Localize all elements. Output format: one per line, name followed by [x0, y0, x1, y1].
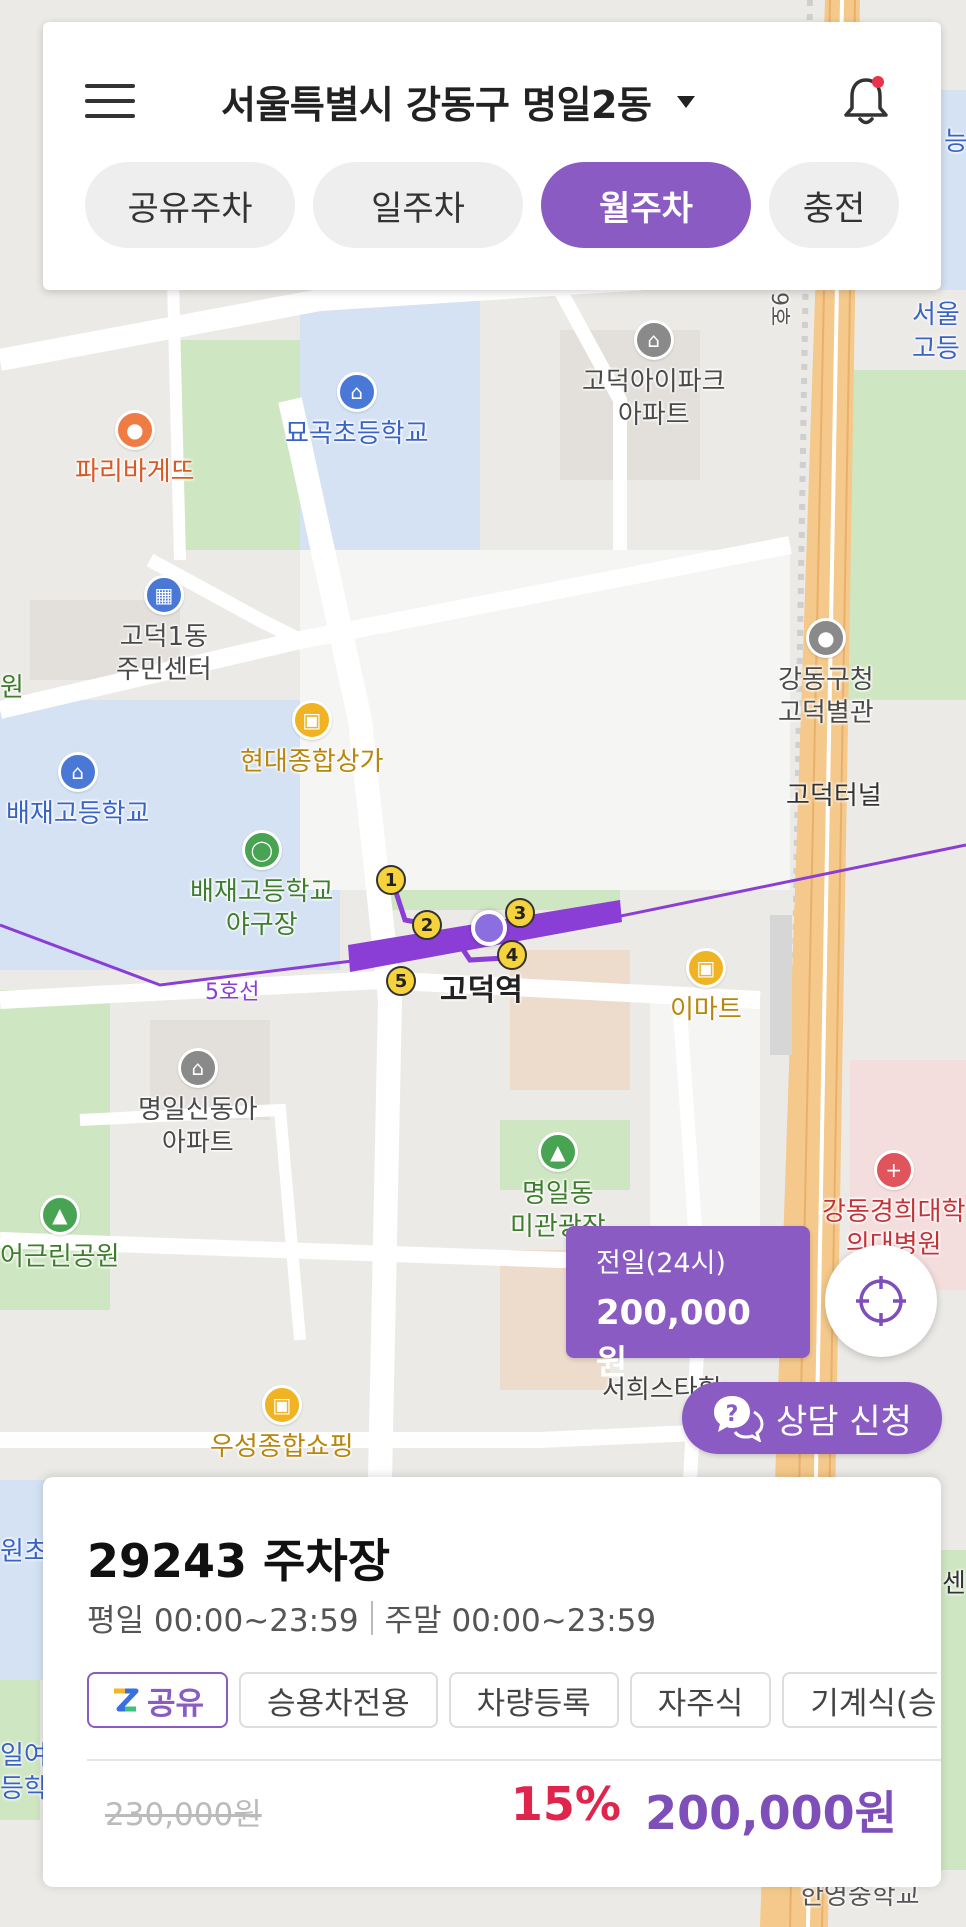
poi-label: 어근린공원 — [0, 1242, 120, 1272]
station-label: 고덕역 — [440, 973, 523, 1008]
stadium-icon: ◯ — [241, 830, 282, 870]
filter-tabs: 공유주차 일주차 월주차 충전 — [85, 162, 915, 248]
station-exit: 5 — [386, 966, 416, 996]
feature-tags: 공유 승용차전용 차량등록 자주식 기계식(승 — [87, 1672, 943, 1730]
poi-label: 배재고등학교 야구장 — [190, 877, 334, 940]
station-exit: 3 — [505, 898, 535, 928]
tab-charging[interactable]: 충전 — [769, 162, 899, 248]
shopping-icon: ▣ — [261, 1385, 302, 1425]
office-icon: ● — [805, 618, 846, 658]
poi-label: 현대종합상가 — [240, 747, 384, 777]
park-icon: ▲ — [39, 1195, 80, 1235]
poi-label: 파리바게뜨 — [75, 457, 195, 487]
edge-label: 원 — [0, 673, 24, 703]
school-icon: ⌂ — [57, 752, 98, 792]
shopping-icon: ▣ — [685, 948, 726, 988]
consult-button-label: 상담 신청 — [776, 1401, 912, 1442]
tag-label: 공유 — [147, 1685, 205, 1722]
parking-lot-card[interactable]: 29243 주차장 평일 00:00~23:59 주말 00:00~23:59 … — [43, 1477, 941, 1887]
notification-bell-icon[interactable] — [841, 74, 891, 128]
poi-bakery[interactable]: ● 파리바게뜨 — [75, 410, 195, 489]
price-marker-price: 200,000원 — [596, 1293, 751, 1383]
divider — [87, 1759, 941, 1761]
edge-label: 서울 고등 — [912, 300, 960, 364]
hamburger-menu-icon[interactable] — [85, 82, 135, 120]
poi-label: 배재고등학교 — [6, 799, 150, 829]
bakery-icon: ● — [114, 410, 155, 450]
shopping-icon: ▣ — [291, 700, 332, 740]
station-exit: 4 — [497, 940, 527, 970]
tab-monthly-parking[interactable]: 월주차 — [541, 162, 751, 248]
poi-park[interactable]: ▲ 어근린공원 — [0, 1195, 120, 1274]
tag-vehicle-registration: 차량등록 — [448, 1672, 619, 1728]
station-exit: 2 — [412, 910, 442, 940]
poi-label: 고덕1동 주민센터 — [116, 622, 212, 685]
tag-passenger-car: 승용차전용 — [239, 1672, 438, 1728]
consult-request-button[interactable]: ? 상담 신청 — [682, 1382, 942, 1454]
top-bar: 서울특별시 강동구 명일2동 공유주차 일주차 월주차 충전 — [43, 22, 941, 290]
tab-daily-parking[interactable]: 일주차 — [313, 162, 523, 248]
parking-lot-title: 29243 주차장 — [87, 1534, 391, 1588]
tag-self-parking: 자주식 — [629, 1672, 772, 1728]
price-marker[interactable]: 전일(24시) 200,000원 — [566, 1226, 810, 1383]
discount-rate: 15% — [510, 1777, 621, 1831]
edge-label: 능 — [944, 127, 966, 157]
svg-text:?: ? — [726, 1402, 739, 1427]
poi-label: 묘곡초등학교 — [285, 419, 429, 449]
poi-school[interactable]: ⌂ 배재고등학교 — [6, 752, 150, 831]
poi-shopping[interactable]: ▣ 현대종합상가 — [240, 700, 384, 779]
edge-label: 일여 등학 — [0, 1741, 48, 1804]
road-number-label: 9호 — [766, 292, 791, 327]
tag-shared: 공유 — [87, 1672, 229, 1728]
poi-stadium[interactable]: ◯ 배재고등학교 야구장 — [190, 830, 334, 942]
price-marker-type: 전일(24시) — [596, 1248, 726, 1279]
z-logo-icon — [114, 1688, 139, 1712]
location-selector[interactable]: 서울특별시 강동구 명일2동 — [221, 74, 696, 129]
school-icon: ⌂ — [336, 372, 377, 412]
edge-label: 센 — [942, 1569, 966, 1599]
apartment-icon: ⌂ — [177, 1048, 218, 1088]
poi-school[interactable]: ⌂ 묘곡초등학교 — [285, 372, 429, 451]
hospital-icon: + — [873, 1150, 914, 1190]
poi-apartment[interactable]: ⌂ 명일신동아 아파트 — [138, 1048, 258, 1160]
poi-hospital[interactable]: + 강동경희대학 의대병원 — [822, 1150, 966, 1262]
government-icon: ▦ — [143, 575, 184, 615]
original-price: 230,000원 — [105, 1797, 262, 1833]
operating-hours: 평일 00:00~23:59 주말 00:00~23:59 — [87, 1595, 656, 1640]
edge-label: 원초 — [0, 1537, 48, 1567]
divider — [370, 1600, 373, 1635]
poi-apartment[interactable]: ⌂ 고덕아이파크 아파트 — [582, 320, 726, 432]
poi-community-center[interactable]: ▦ 고덕1동 주민센터 — [116, 575, 212, 687]
chat-question-icon: ? — [714, 1396, 764, 1442]
poi-office[interactable]: ● 강동구청 고덕별관 — [778, 618, 874, 730]
poi-label: 강동구청 고덕별관 — [778, 665, 874, 728]
location-text: 서울특별시 강동구 명일2동 — [221, 83, 652, 127]
park-icon: ▲ — [537, 1132, 578, 1172]
my-location-button[interactable] — [825, 1245, 937, 1357]
station-exit: 1 — [376, 865, 406, 895]
tag-mechanical: 기계식(승 — [782, 1672, 937, 1728]
weekday-hours: 평일 00:00~23:59 — [87, 1603, 359, 1639]
final-price: 200,000원 — [645, 1786, 897, 1840]
poi-label: 명일신동아 아파트 — [138, 1095, 258, 1158]
poi-label: 고덕아이파크 아파트 — [582, 367, 726, 430]
weekend-hours: 주말 00:00~23:59 — [384, 1603, 657, 1639]
caret-down-icon — [677, 95, 696, 108]
tunnel-label: 고덕터널 — [786, 781, 882, 811]
apartment-icon: ⌂ — [633, 320, 674, 360]
current-location-marker — [471, 910, 507, 946]
subway-line-label: 5호선 — [205, 980, 260, 1005]
tab-shared-parking[interactable]: 공유주차 — [85, 162, 295, 248]
poi-label: 이마트 — [670, 995, 742, 1025]
poi-emart[interactable]: ▣ 이마트 — [670, 948, 742, 1027]
poi-label: 우성종합쇼핑 — [210, 1432, 354, 1462]
poi-shopping[interactable]: ▣ 우성종합쇼핑 — [210, 1385, 354, 1464]
crosshair-icon — [856, 1276, 906, 1326]
